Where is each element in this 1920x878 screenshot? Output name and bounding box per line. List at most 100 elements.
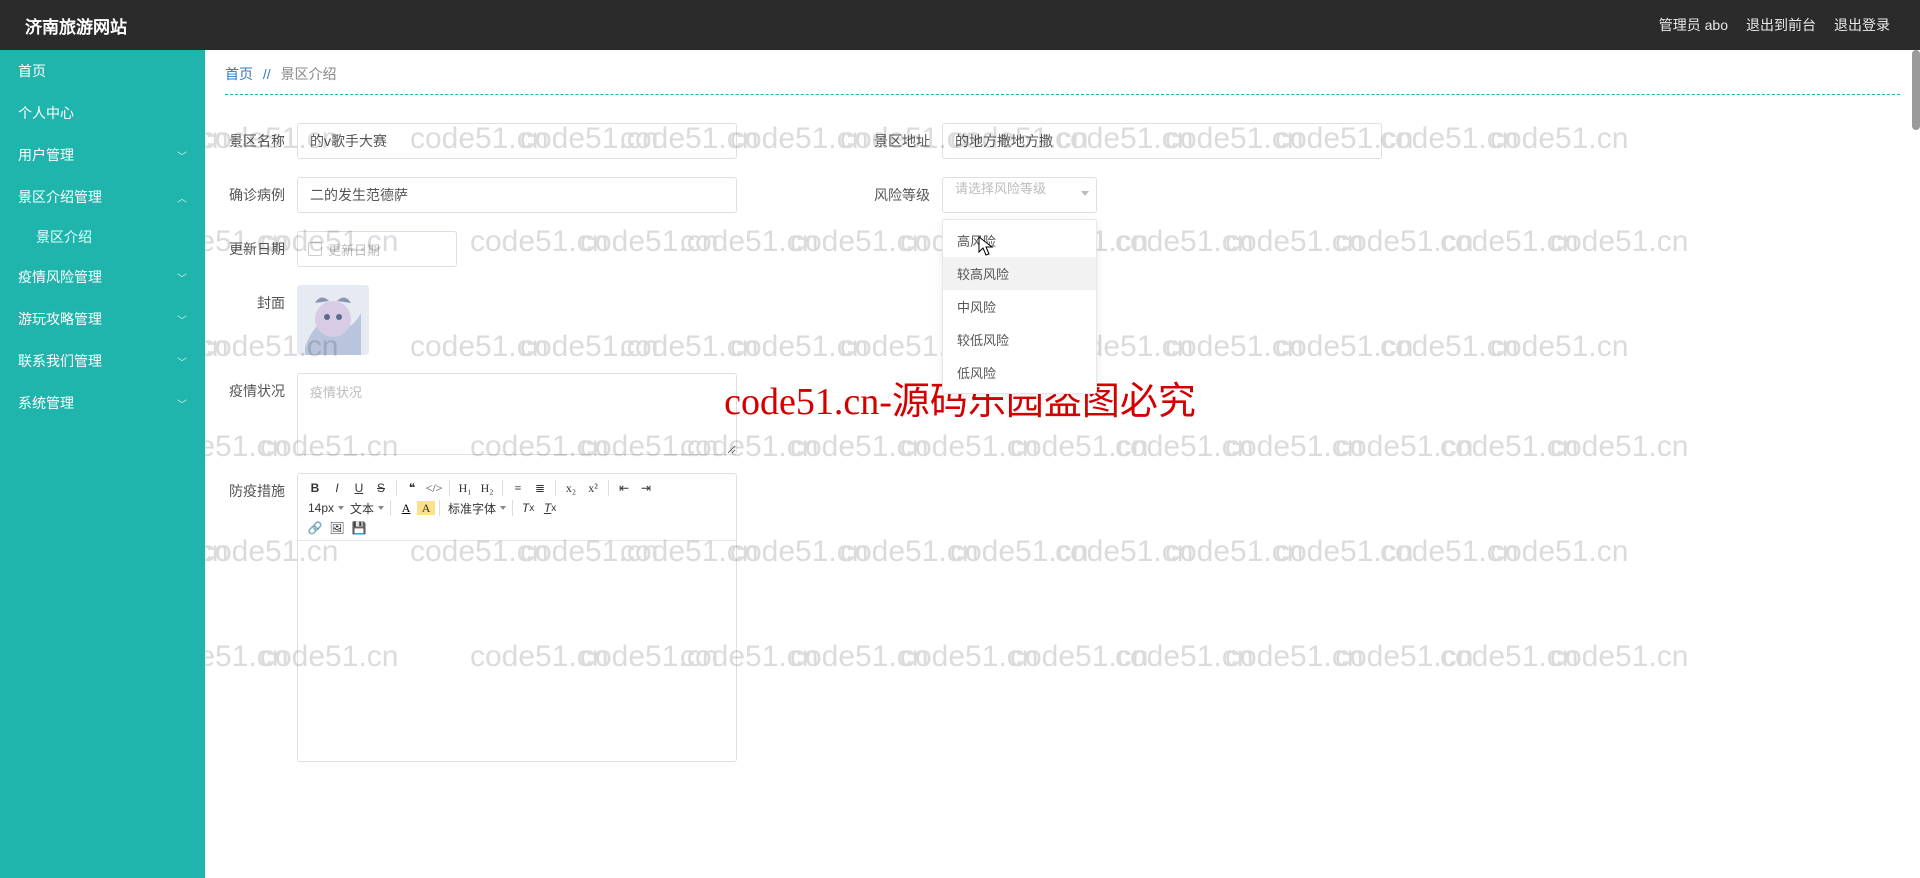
- italic-icon[interactable]: I: [326, 478, 348, 498]
- toolbar-divider: [390, 500, 391, 516]
- scenic-addr-input[interactable]: [942, 123, 1382, 159]
- sidebar-item-label: 联系我们管理: [18, 351, 102, 371]
- indent-icon[interactable]: ⇥: [635, 478, 657, 498]
- situation-label: 疫情状况: [225, 373, 297, 409]
- code-icon[interactable]: </>: [423, 478, 445, 498]
- form-col: 确诊病例: [225, 177, 870, 213]
- breadcrumb-separator: //: [257, 66, 277, 82]
- sidebar-item-label: 游玩攻略管理: [18, 309, 102, 329]
- sidebar-item-user-mgmt[interactable]: 用户管理 ﹀: [0, 134, 205, 176]
- sub-icon[interactable]: x₂: [560, 478, 582, 498]
- situation-textarea[interactable]: [297, 373, 737, 455]
- font-family-select[interactable]: 标准字体: [444, 498, 508, 518]
- scenic-name-input[interactable]: [297, 123, 737, 159]
- outdent-icon[interactable]: ⇤: [613, 478, 635, 498]
- form-col: 疫情状况: [225, 373, 870, 455]
- chevron-down-icon: [1081, 191, 1089, 196]
- chevron-up-icon: ︿: [177, 190, 187, 205]
- confirmed-input[interactable]: [297, 177, 737, 213]
- form-row: 确诊病例 风险等级 请选择风险等级 高风险 较高风险 中风险 较低风险 低风险: [225, 177, 1900, 213]
- cover-thumbnail[interactable]: [297, 285, 369, 355]
- risk-option-higher[interactable]: 较高风险: [943, 257, 1096, 290]
- cover-label: 封面: [225, 285, 297, 321]
- risk-level-select-wrap: 请选择风险等级 高风险 较高风险 中风险 较低风险 低风险: [942, 177, 1097, 213]
- form-col: 风险等级 请选择风险等级 高风险 较高风险 中风险 较低风险 低风险: [870, 177, 1390, 213]
- paragraph-select[interactable]: 文本: [346, 498, 386, 518]
- toolbar-divider: [608, 480, 609, 496]
- bold-icon[interactable]: B: [304, 478, 326, 498]
- toolbar-divider: [512, 500, 513, 516]
- h2-icon[interactable]: H₂: [476, 478, 498, 498]
- breadcrumb-home[interactable]: 首页: [225, 66, 253, 82]
- strike-icon[interactable]: S: [370, 478, 392, 498]
- rich-editor: B I U S ❝ </> H₁ H₂ ≡ ≣ x₂ x²: [297, 473, 737, 762]
- toolbar-divider: [449, 480, 450, 496]
- to-front-link[interactable]: 退出到前台: [1746, 15, 1816, 35]
- sidebar-item-risk-mgmt[interactable]: 疫情风险管理 ﹀: [0, 256, 205, 298]
- editor-toolbar: B I U S ❝ </> H₁ H₂ ≡ ≣ x₂ x²: [298, 474, 736, 541]
- risk-option-low[interactable]: 低风险: [943, 356, 1096, 389]
- sidebar-item-home[interactable]: 首页: [0, 50, 205, 92]
- toolbar-divider: [439, 500, 440, 516]
- image-icon[interactable]: 🖼: [326, 518, 348, 538]
- link-icon[interactable]: 🔗: [304, 518, 326, 538]
- chevron-down-icon: ﹀: [177, 312, 187, 327]
- confirmed-label: 确诊病例: [225, 177, 297, 213]
- bg-color-icon[interactable]: A: [417, 501, 435, 515]
- sidebar-item-label: 首页: [18, 61, 46, 81]
- sidebar-item-contact-mgmt[interactable]: 联系我们管理 ﹀: [0, 340, 205, 382]
- form-col: 更新日期 更新日期: [225, 231, 870, 267]
- form-col: 景区地址: [870, 123, 1390, 159]
- scenic-name-label: 景区名称: [225, 123, 297, 159]
- editor-body[interactable]: [298, 541, 736, 761]
- sidebar-item-scenic-mgmt[interactable]: 景区介绍管理 ︿: [0, 176, 205, 218]
- logout-link[interactable]: 退出登录: [1834, 15, 1890, 35]
- font-size-select[interactable]: 14px: [304, 498, 346, 518]
- update-date-placeholder: 更新日期: [328, 240, 380, 259]
- form-col: 封面: [225, 285, 870, 355]
- risk-level-select[interactable]: 请选择风险等级: [942, 177, 1097, 213]
- sidebar-item-strategy-mgmt[interactable]: 游玩攻略管理 ﹀: [0, 298, 205, 340]
- ul-icon[interactable]: ≣: [529, 478, 551, 498]
- risk-level-dropdown: 高风险 较高风险 中风险 较低风险 低风险: [942, 219, 1097, 394]
- update-date-label: 更新日期: [225, 231, 297, 267]
- chevron-down-icon: ﹀: [177, 396, 187, 411]
- vertical-scrollbar[interactable]: [1912, 50, 1920, 130]
- risk-option-lower[interactable]: 较低风险: [943, 323, 1096, 356]
- sidebar: 首页 个人中心 用户管理 ﹀ 景区介绍管理 ︿ 景区介绍 疫情风险管理 ﹀ 游玩…: [0, 50, 205, 878]
- update-date-input[interactable]: 更新日期: [297, 231, 457, 267]
- ol-icon[interactable]: ≡: [507, 478, 529, 498]
- brand-title: 济南旅游网站: [0, 13, 205, 38]
- sidebar-item-label: 疫情风险管理: [18, 267, 102, 287]
- sup-icon[interactable]: x²: [582, 478, 604, 498]
- sidebar-item-profile[interactable]: 个人中心: [0, 92, 205, 134]
- risk-option-mid[interactable]: 中风险: [943, 290, 1096, 323]
- sidebar-item-label: 系统管理: [18, 393, 74, 413]
- eraser-icon[interactable]: Tx: [539, 498, 561, 518]
- calendar-icon: [308, 242, 322, 256]
- breadcrumb-current: 景区介绍: [281, 66, 337, 82]
- sidebar-subitem-scenic-intro[interactable]: 景区介绍: [18, 218, 205, 256]
- admin-name[interactable]: 管理员 abo: [1659, 15, 1728, 35]
- form-row: 景区名称 景区地址: [225, 123, 1900, 159]
- risk-option-high[interactable]: 高风险: [943, 224, 1096, 257]
- h1-icon[interactable]: H₁: [454, 478, 476, 498]
- underline-icon[interactable]: U: [348, 478, 370, 498]
- form-row: 防疫措施 B I U S ❝ </> H₁ H₂ ≡ ≣: [225, 473, 1900, 762]
- font-color-icon[interactable]: A: [395, 498, 417, 518]
- quote-icon[interactable]: ❝: [401, 478, 423, 498]
- breadcrumb: 首页 // 景区介绍: [225, 60, 1900, 95]
- toolbar-divider: [555, 480, 556, 496]
- form-col: 防疫措施 B I U S ❝ </> H₁ H₂ ≡ ≣: [225, 473, 870, 762]
- sidebar-item-label: 个人中心: [18, 103, 74, 123]
- form-col: 景区名称: [225, 123, 870, 159]
- save-icon[interactable]: 💾: [348, 518, 370, 538]
- topbar-right: 管理员 abo 退出到前台 退出登录: [1641, 15, 1920, 35]
- clear-format-icon[interactable]: Tx: [517, 498, 539, 518]
- risk-level-label: 风险等级: [870, 177, 942, 213]
- sidebar-item-label: 用户管理: [18, 145, 74, 165]
- scenic-addr-label: 景区地址: [870, 123, 942, 159]
- measures-label: 防疫措施: [225, 473, 297, 509]
- sidebar-item-system-mgmt[interactable]: 系统管理 ﹀: [0, 382, 205, 424]
- chevron-down-icon: ﹀: [177, 270, 187, 285]
